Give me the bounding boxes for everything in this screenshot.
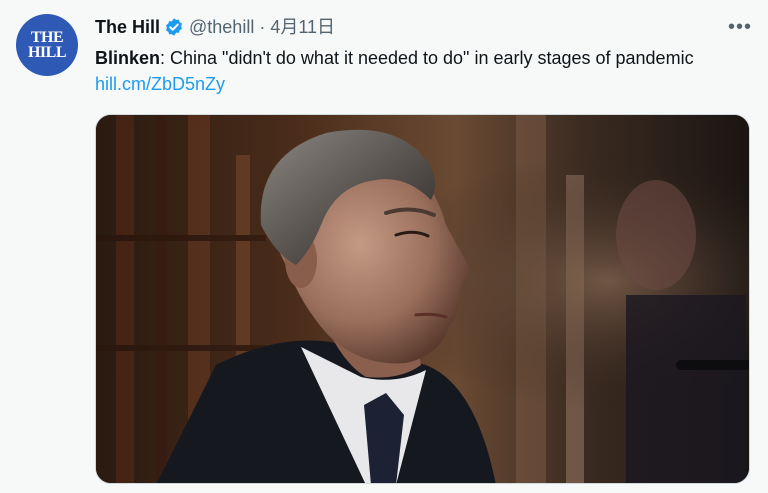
tweet-link[interactable]: hill.cm/ZbD5nZy — [95, 72, 225, 96]
avatar-text-line2: HILL — [27, 44, 67, 61]
tweet-text: Blinken: China "didn't do what it needed… — [95, 46, 755, 70]
more-icon[interactable]: ••• — [728, 17, 752, 37]
photo-image — [96, 115, 749, 483]
tweet-header: The Hill @thehill · 4月11日 — [95, 15, 335, 39]
separator-dot: · — [259, 17, 266, 37]
tweet-text-bold: Blinken — [95, 48, 161, 68]
tweet-media-photo[interactable] — [95, 114, 750, 484]
author-avatar[interactable]: THE HILL — [16, 14, 78, 76]
author-name[interactable]: The Hill — [95, 15, 160, 39]
tweet-text-rest: : China "didn't do what it needed to do"… — [160, 48, 694, 68]
author-handle[interactable]: @thehill — [189, 15, 254, 39]
verified-badge-icon — [166, 18, 182, 36]
tweet-date[interactable]: 4月11日 — [270, 15, 335, 39]
avatar-text-line1: THE — [30, 29, 64, 46]
